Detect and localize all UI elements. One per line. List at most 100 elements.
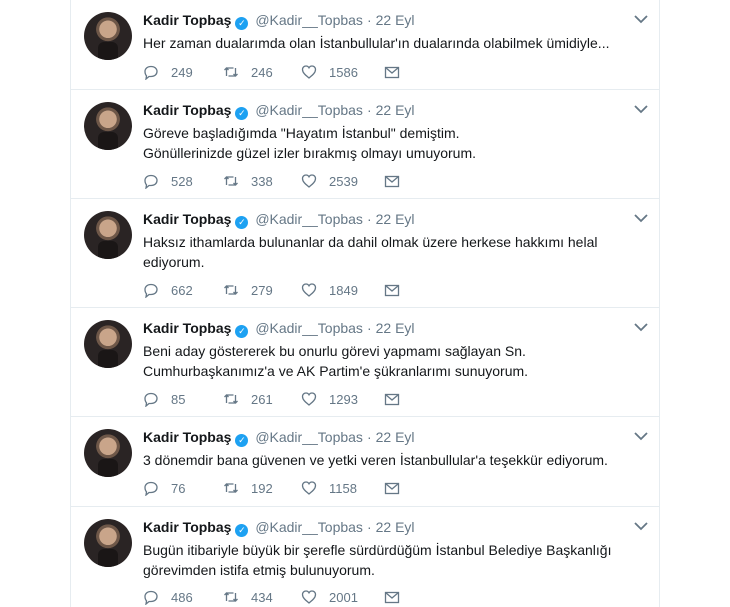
tweet[interactable]: Kadir Topbaş ✓ @Kadir__Topbas · 22 Eyl Haks… xyxy=(71,199,659,308)
reply-count: 486 xyxy=(171,589,193,605)
avatar[interactable] xyxy=(84,320,132,368)
author-handle[interactable]: @Kadir__Topbas xyxy=(255,12,363,28)
tweet-text: Beni aday göstererek bu onurlu görevi ya… xyxy=(143,343,529,379)
author-handle[interactable]: @Kadir__Topbas xyxy=(255,429,363,445)
author-name[interactable]: Kadir Topbaş xyxy=(143,519,231,535)
separator-dot: · xyxy=(366,12,372,28)
retweet-count: 192 xyxy=(251,480,273,496)
reply-button[interactable]: 76 xyxy=(143,479,185,497)
chevron-down-icon[interactable] xyxy=(633,519,649,533)
heart-icon xyxy=(301,392,317,406)
retweet-button[interactable]: 338 xyxy=(223,172,273,190)
like-count: 1158 xyxy=(329,480,357,496)
avatar[interactable] xyxy=(84,519,132,567)
tweet[interactable]: Kadir Topbaş ✓ @Kadir__Topbas · 22 Eyl Bugü… xyxy=(71,507,659,607)
tweet-actions: 486 434 2001 xyxy=(143,588,463,606)
avatar[interactable] xyxy=(84,429,132,477)
tweet-header: Kadir Topbaş ✓ @Kadir__Topbas · 22 Eyl xyxy=(143,320,415,340)
tweet-time[interactable]: 22 Eyl xyxy=(376,320,415,336)
separator-dot: · xyxy=(366,320,372,336)
avatar[interactable] xyxy=(84,12,132,60)
reply-button[interactable]: 85 xyxy=(143,390,185,408)
direct-message-button[interactable] xyxy=(384,63,412,81)
direct-message-button[interactable] xyxy=(384,172,412,190)
tweet-time[interactable]: 22 Eyl xyxy=(376,12,415,28)
retweet-icon xyxy=(224,285,238,295)
direct-message-button[interactable] xyxy=(384,390,412,408)
separator-dot: · xyxy=(366,429,372,445)
like-count: 1849 xyxy=(329,282,358,298)
verified-badge-icon: ✓ xyxy=(235,325,249,338)
like-count: 1586 xyxy=(329,64,358,80)
tweet-actions: 662 279 1849 xyxy=(143,281,463,299)
author-handle[interactable]: @Kadir__Topbas xyxy=(255,211,363,227)
verified-badge-icon: ✓ xyxy=(235,524,249,537)
reply-button[interactable]: 662 xyxy=(143,281,193,299)
tweet-time[interactable]: 22 Eyl xyxy=(376,102,415,118)
reply-button[interactable]: 249 xyxy=(143,63,193,81)
tweet-timeline: Kadir Topbaş ✓ @Kadir__Topbas · 22 Eyl Her … xyxy=(70,0,660,607)
tweet[interactable]: Kadir Topbaş ✓ @Kadir__Topbas · 22 Eyl Göre… xyxy=(71,90,659,199)
author-name[interactable]: Kadir Topbaş xyxy=(143,320,231,336)
like-button[interactable]: 1849 xyxy=(301,281,358,299)
retweet-button[interactable]: 246 xyxy=(223,63,273,81)
tweet-header: Kadir Topbaş ✓ @Kadir__Topbas · 22 Eyl xyxy=(143,12,415,32)
like-button[interactable]: 2539 xyxy=(301,172,358,190)
author-name[interactable]: Kadir Topbaş xyxy=(143,12,231,28)
tweet[interactable]: Kadir Topbaş ✓ @Kadir__Topbas · 22 Eyl Beni… xyxy=(71,308,659,417)
author-name[interactable]: Kadir Topbaş xyxy=(143,102,231,118)
author-name[interactable]: Kadir Topbaş xyxy=(143,211,231,227)
tweet[interactable]: Kadir Topbaş ✓ @Kadir__Topbas · 22 Eyl Her … xyxy=(71,0,659,90)
tweet-actions: 76 192 1158 xyxy=(143,479,463,497)
reply-icon xyxy=(144,392,158,407)
avatar[interactable] xyxy=(84,211,132,259)
reply-button[interactable]: 486 xyxy=(143,588,193,606)
direct-message-button[interactable] xyxy=(384,479,412,497)
reply-count: 76 xyxy=(171,480,186,496)
reply-button[interactable]: 528 xyxy=(143,172,193,190)
like-count: 2001 xyxy=(329,589,358,605)
chevron-down-icon[interactable] xyxy=(633,102,649,116)
chevron-down-icon[interactable] xyxy=(633,320,649,334)
tweet-header: Kadir Topbaş ✓ @Kadir__Topbas · 22 Eyl xyxy=(143,429,415,449)
like-count: 2539 xyxy=(329,173,358,189)
heart-icon xyxy=(301,590,317,604)
envelope-icon xyxy=(384,66,400,79)
retweet-button[interactable]: 192 xyxy=(223,479,273,497)
direct-message-button[interactable] xyxy=(384,281,412,299)
envelope-icon xyxy=(384,482,400,495)
tweet-time[interactable]: 22 Eyl xyxy=(376,519,415,535)
tweet-header: Kadir Topbaş ✓ @Kadir__Topbas · 22 Eyl xyxy=(143,102,415,122)
retweet-button[interactable]: 261 xyxy=(223,390,273,408)
reply-count: 249 xyxy=(171,64,193,80)
retweet-button[interactable]: 434 xyxy=(223,588,273,606)
author-handle[interactable]: @Kadir__Topbas xyxy=(255,102,363,118)
separator-dot: · xyxy=(366,519,372,535)
retweet-count: 279 xyxy=(251,282,273,298)
like-button[interactable]: 1586 xyxy=(301,63,358,81)
chevron-down-icon[interactable] xyxy=(633,211,649,225)
tweet-header: Kadir Topbaş ✓ @Kadir__Topbas · 22 Eyl xyxy=(143,211,415,231)
tweet-actions: 249 246 1586 xyxy=(143,63,463,81)
direct-message-button[interactable] xyxy=(384,588,412,606)
author-handle[interactable]: @Kadir__Topbas xyxy=(255,519,363,535)
like-button[interactable]: 1158 xyxy=(301,479,357,497)
like-button[interactable]: 1293 xyxy=(301,390,358,408)
like-button[interactable]: 2001 xyxy=(301,588,358,606)
chevron-down-icon[interactable] xyxy=(633,429,649,443)
author-handle[interactable]: @Kadir__Topbas xyxy=(255,320,363,336)
heart-icon xyxy=(301,481,317,495)
envelope-icon xyxy=(384,591,400,604)
reply-count: 528 xyxy=(171,173,193,189)
chevron-down-icon[interactable] xyxy=(633,12,649,26)
reply-icon xyxy=(144,65,158,80)
tweet[interactable]: Kadir Topbaş ✓ @Kadir__Topbas · 22 Eyl 3 dö… xyxy=(71,417,659,507)
tweet-text: Bugün itibariyle büyük bir şerefle sürdü… xyxy=(143,542,612,578)
tweet-time[interactable]: 22 Eyl xyxy=(376,429,415,445)
verified-badge-icon: ✓ xyxy=(235,434,249,447)
tweet-time[interactable]: 22 Eyl xyxy=(376,211,415,227)
retweet-button[interactable]: 279 xyxy=(223,281,273,299)
retweet-icon xyxy=(224,67,238,77)
avatar[interactable] xyxy=(84,102,132,150)
author-name[interactable]: Kadir Topbaş xyxy=(143,429,231,445)
